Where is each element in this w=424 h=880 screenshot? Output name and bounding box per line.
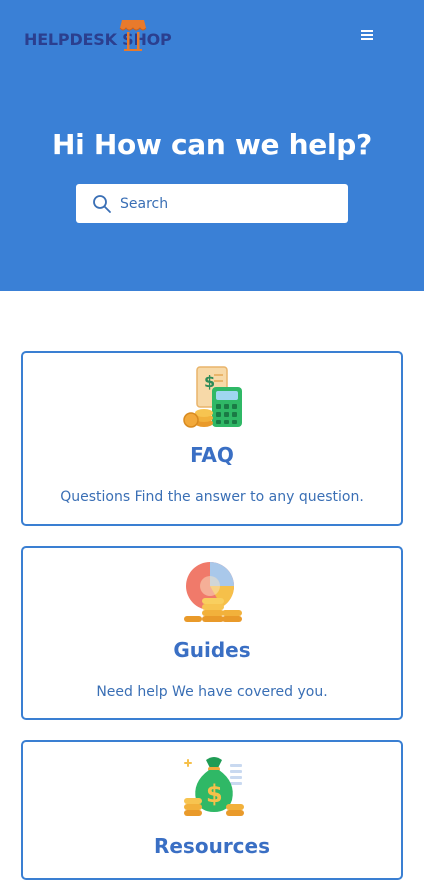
card-description: Questions Find the answer to any questio…	[60, 489, 364, 505]
card-title: Guides	[173, 638, 251, 662]
search-box[interactable]	[76, 184, 348, 223]
card-title: FAQ	[190, 443, 234, 467]
card-title: Resources	[153, 834, 271, 858]
card-description: Need help We have covered you.	[96, 684, 328, 700]
guides-card[interactable]: Guides Need help We have covered you.	[21, 546, 403, 720]
money-bag-icon: $	[184, 757, 244, 816]
hero-banner: HELPDESK SHOP Hi How can we help?	[0, 0, 424, 291]
pie-chart-coins-icon	[184, 562, 242, 622]
hamburger-menu-icon[interactable]	[358, 27, 376, 43]
svg-text:$: $	[206, 780, 223, 808]
logo-text: HELPDESK SHOP	[24, 30, 172, 49]
store-awning-icon	[119, 20, 147, 51]
search-icon	[93, 195, 111, 213]
resources-card[interactable]: $ Resources	[21, 740, 403, 880]
calculator-coins-icon: $	[183, 366, 242, 428]
faq-card[interactable]: $ FAQ Questions Find the answer to any q…	[21, 351, 403, 526]
site-logo[interactable]: HELPDESK SHOP	[24, 18, 174, 54]
search-input[interactable]	[120, 184, 338, 223]
page-title: Hi How can we help?	[52, 128, 372, 161]
